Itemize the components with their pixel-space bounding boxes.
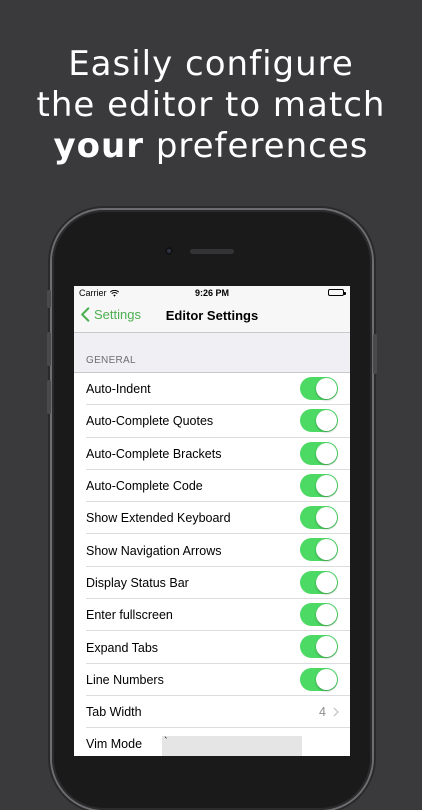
headline-line-3: your preferences <box>0 126 422 167</box>
enter-fullscreen-toggle[interactable] <box>300 603 338 627</box>
toggle-knob <box>316 604 337 626</box>
line-numbers-toggle[interactable] <box>300 667 338 691</box>
setting-row[interactable]: Display Status Bar <box>74 567 350 600</box>
headline-line-1: Easily configure <box>68 44 354 84</box>
setting-row[interactable]: Show Extended Keyboard <box>74 502 350 535</box>
phone-frame: Carrier 9:26 PM Settings Editor Settings… <box>47 210 377 810</box>
earpiece-speaker <box>190 249 234 254</box>
promo-headline: Easily configure the editor to match you… <box>0 44 422 167</box>
settings-group: Auto-Indent Auto-Complete Quotes Auto-Co… <box>74 372 350 756</box>
status-bar: Carrier 9:26 PM <box>74 286 350 300</box>
phone-screen: Carrier 9:26 PM Settings Editor Settings… <box>74 286 350 756</box>
volume-down-button <box>47 380 51 414</box>
toggle-knob <box>316 378 337 399</box>
tab-width-value: 4 <box>319 704 326 719</box>
section-header-general: GENERAL <box>86 355 136 366</box>
mute-switch <box>47 290 51 308</box>
front-camera <box>165 247 173 255</box>
toggle-knob <box>316 571 337 593</box>
toggle-knob <box>316 539 337 561</box>
display-status-bar-toggle[interactable] <box>300 570 338 594</box>
expand-tabs-toggle[interactable] <box>300 635 338 659</box>
toggle-knob <box>316 442 337 464</box>
setting-row[interactable]: Auto-Complete Brackets <box>74 438 350 471</box>
power-button <box>373 334 377 374</box>
headline-line-2: the editor to match <box>36 85 386 125</box>
auto-complete-quotes-toggle[interactable] <box>300 409 338 433</box>
show-extended-keyboard-toggle[interactable] <box>300 506 338 530</box>
toggle-knob <box>316 636 337 658</box>
toggle-knob <box>316 507 337 529</box>
auto-indent-toggle[interactable] <box>300 377 338 400</box>
setting-row[interactable]: Show Navigation Arrows <box>74 534 350 568</box>
toggle-knob <box>316 474 337 496</box>
status-time: 9:26 PM <box>194 288 229 298</box>
auto-complete-brackets-toggle[interactable] <box>300 441 338 465</box>
headline-emphasis: your <box>53 126 145 166</box>
setting-row[interactable]: Auto-Complete Code <box>74 470 350 503</box>
headline-line-3-rest: preferences <box>144 126 369 166</box>
show-navigation-arrows-toggle[interactable] <box>300 538 338 562</box>
setting-row[interactable]: Auto-Indent <box>74 373 350 406</box>
toggle-knob <box>316 410 337 432</box>
tab-width-label: Tab Width <box>86 705 142 720</box>
vim-mode-field[interactable]: ` <box>162 736 302 756</box>
tab-width-row[interactable]: Tab Width 4 <box>74 696 350 729</box>
volume-up-button <box>47 332 51 366</box>
chevron-right-icon <box>333 707 339 717</box>
navigation-bar: Settings Editor Settings <box>74 300 350 333</box>
battery-icon <box>328 289 346 296</box>
page-title: Editor Settings <box>165 308 259 323</box>
setting-row[interactable]: Auto-Complete Quotes <box>74 405 350 438</box>
setting-row[interactable]: Enter fullscreen <box>74 599 350 632</box>
toggle-knob <box>316 668 337 690</box>
auto-complete-code-toggle[interactable] <box>300 473 338 497</box>
setting-row[interactable]: Expand Tabs <box>74 631 350 664</box>
setting-row[interactable]: Line Numbers <box>74 664 350 697</box>
vim-mode-row[interactable]: Vim Mode ` <box>74 728 350 756</box>
